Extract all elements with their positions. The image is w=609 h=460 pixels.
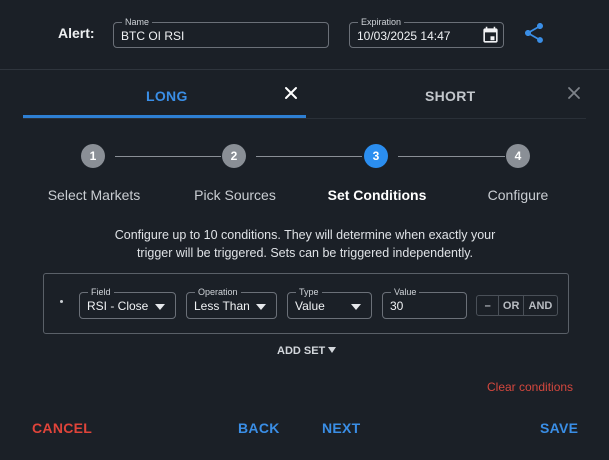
step-2-circle[interactable]: 2 <box>222 144 246 168</box>
field-select-value: RSI - Close <box>87 299 149 313</box>
or-button[interactable]: OR <box>499 296 524 315</box>
step-1-label[interactable]: Select Markets <box>33 187 155 203</box>
add-set-label: ADD SET <box>277 345 326 357</box>
type-select[interactable]: Type Value <box>287 286 372 319</box>
condition-bullet <box>60 300 63 303</box>
chevron-down-icon <box>155 304 165 310</box>
step-4-label[interactable]: Configure <box>470 187 566 203</box>
step-3-label[interactable]: Set Conditions <box>316 187 438 203</box>
field-select-legend: Field <box>88 286 114 298</box>
type-select-legend: Type <box>296 286 322 298</box>
expiration-field[interactable]: Expiration 10/03/2025 14:47 <box>349 16 504 48</box>
alert-name-field[interactable]: Name BTC OI RSI <box>113 16 329 48</box>
step-3-circle[interactable]: 3 <box>364 144 388 168</box>
step-2-label[interactable]: Pick Sources <box>175 187 295 203</box>
tab-long[interactable]: LONG <box>146 88 188 104</box>
step-1-circle[interactable]: 1 <box>81 144 105 168</box>
operation-select[interactable]: Operation Less Than <box>186 286 277 319</box>
chevron-down-icon <box>351 304 361 310</box>
tab-divider <box>23 118 586 119</box>
and-button[interactable]: AND <box>524 296 557 315</box>
alert-label: Alert: <box>58 25 95 41</box>
save-button[interactable]: SAVE <box>540 420 578 436</box>
remove-condition-button[interactable]: – <box>477 296 500 315</box>
header-divider <box>0 69 609 70</box>
type-select-value: Value <box>295 299 325 313</box>
step-4-circle[interactable]: 4 <box>506 144 530 168</box>
add-set-button[interactable]: ADD SET <box>277 345 337 357</box>
clear-conditions-button[interactable]: Clear conditions <box>487 380 573 394</box>
close-long-icon[interactable] <box>284 86 298 100</box>
calendar-icon[interactable] <box>481 26 500 45</box>
value-input[interactable]: Value 30 <box>382 286 467 319</box>
back-button[interactable]: BACK <box>238 420 280 436</box>
operation-select-legend: Operation <box>195 286 241 298</box>
conditions-description: Configure up to 10 conditions. They will… <box>114 228 496 260</box>
field-select[interactable]: Field RSI - Close <box>79 286 176 319</box>
step-connector-1 <box>115 156 221 157</box>
value-input-value[interactable]: 30 <box>390 299 403 313</box>
next-button[interactable]: NEXT <box>322 420 361 436</box>
caret-down-icon <box>328 347 337 353</box>
share-icon[interactable] <box>522 21 546 45</box>
close-short-icon[interactable] <box>567 86 581 100</box>
cancel-button[interactable]: CANCEL <box>32 420 92 436</box>
tab-short[interactable]: SHORT <box>425 88 476 104</box>
step-connector-3 <box>398 156 505 157</box>
operation-select-value: Less Than <box>194 299 250 313</box>
name-field-legend: Name <box>122 16 153 28</box>
value-input-legend: Value <box>391 286 420 298</box>
expiration-field-legend: Expiration <box>358 16 405 28</box>
step-connector-2 <box>256 156 362 157</box>
name-field-value[interactable]: BTC OI RSI <box>121 29 184 43</box>
expiration-field-value[interactable]: 10/03/2025 14:47 <box>357 29 450 43</box>
condition-logic-group: – OR AND <box>476 295 558 316</box>
chevron-down-icon <box>256 304 266 310</box>
